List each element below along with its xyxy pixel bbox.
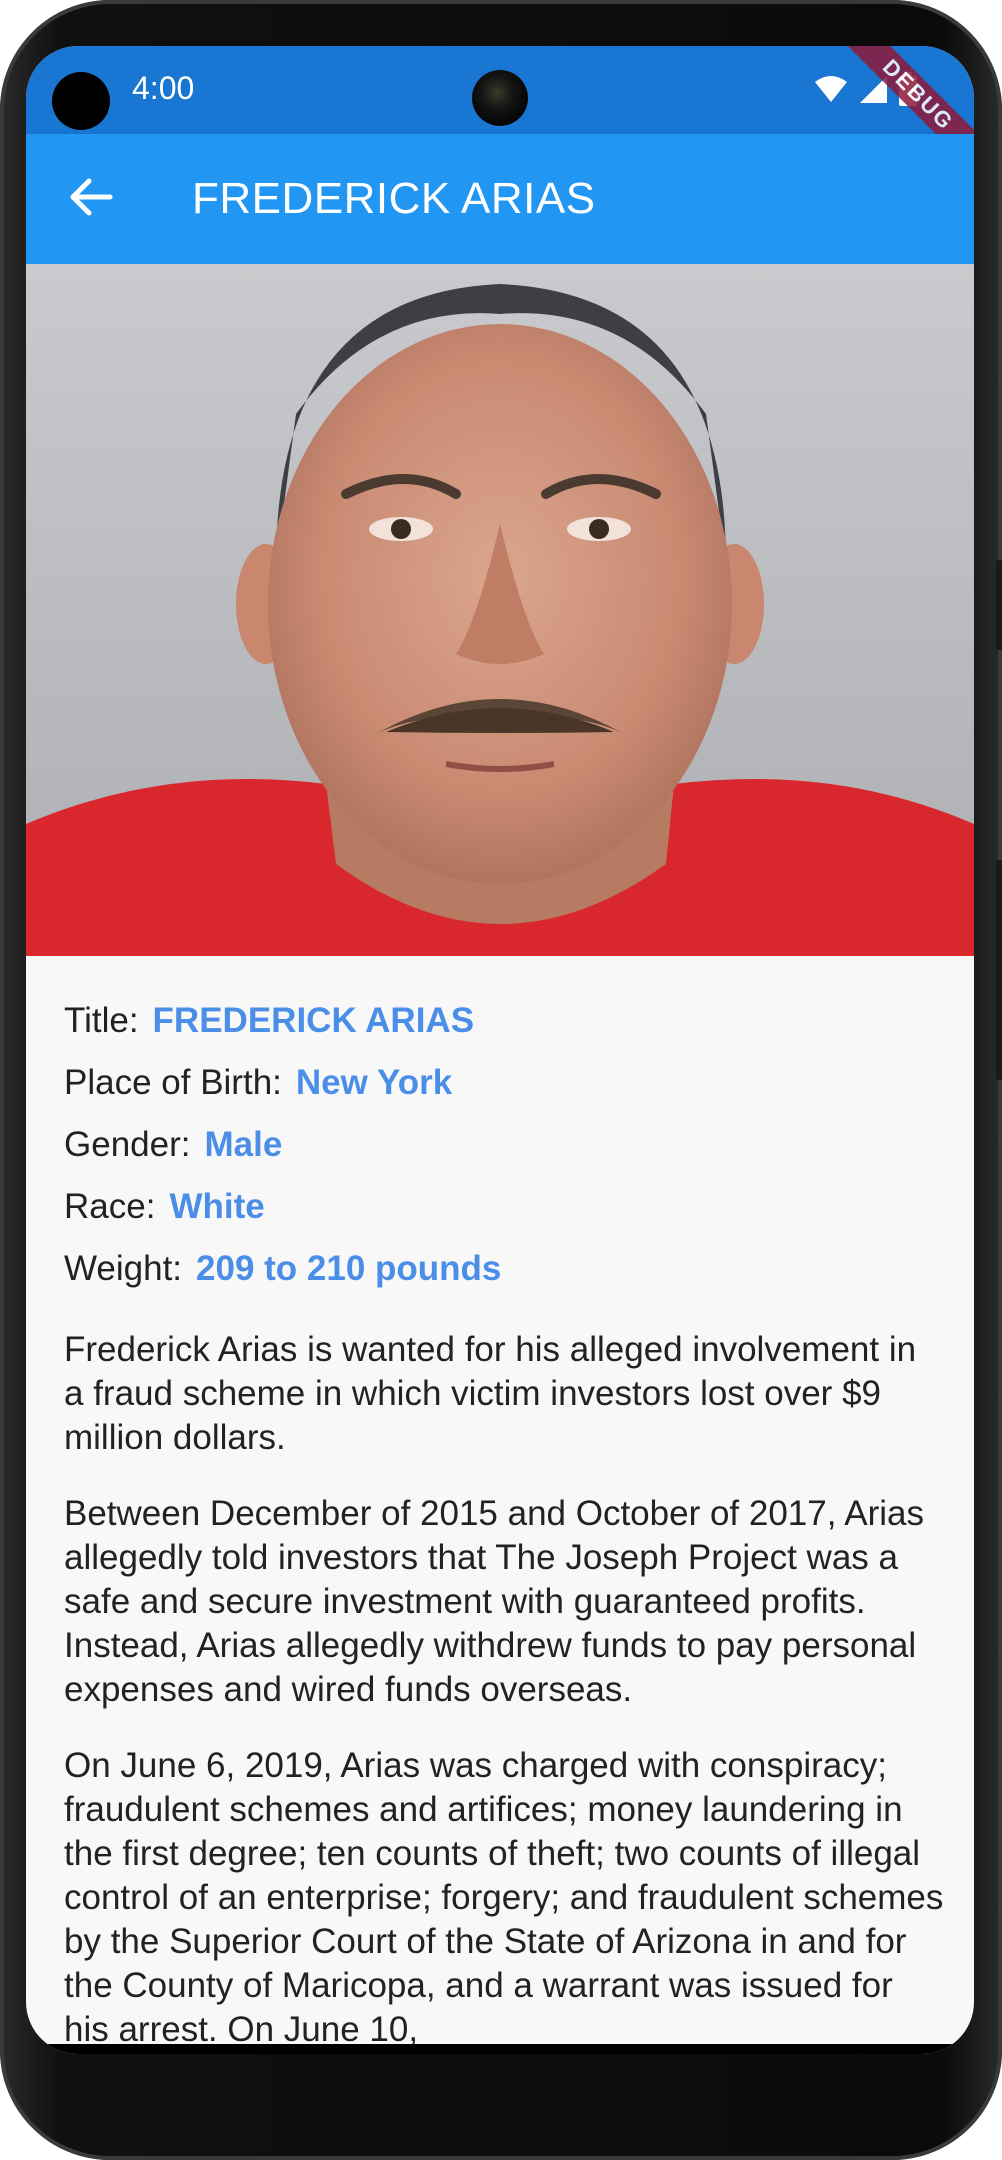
detail-row-gender: Gender: Male (64, 1114, 944, 1176)
description-paragraph: Between December of 2015 and October of … (64, 1494, 924, 1709)
subject-photo (26, 264, 974, 956)
detail-row-weight: Weight: 209 to 210 pounds (64, 1238, 944, 1300)
detail-label: Title: (64, 1001, 139, 1040)
detail-value: FREDERICK ARIAS (152, 1001, 475, 1040)
detail-value: White (169, 1187, 265, 1226)
detail-list: Title: FREDERICK ARIAS Place of Birth: New… (64, 990, 944, 1300)
status-time: 4:00 (132, 70, 195, 106)
back-button[interactable] (60, 168, 122, 230)
detail-row-place-of-birth: Place of Birth: New York (64, 1052, 944, 1114)
volume-button (996, 860, 1002, 1080)
page-title: FREDERICK ARIAS (192, 174, 596, 223)
detail-label: Race: (64, 1187, 156, 1226)
detail-row-race: Race: White (64, 1176, 944, 1238)
wifi-icon (814, 74, 848, 109)
description-paragraph: Frederick Arias is wanted for his allege… (64, 1330, 917, 1457)
phone-frame: 4:00 DEBUG FREDERICK ARIAS Title: FREDER… (0, 0, 1002, 2160)
front-camera (472, 70, 528, 126)
detail-row-title: Title: FREDERICK ARIAS (64, 990, 944, 1052)
detail-value: 209 to 210 pounds (196, 1249, 502, 1288)
system-nav-bar (26, 2044, 974, 2054)
detail-value: Male (204, 1125, 283, 1164)
arrow-back-icon (69, 177, 113, 222)
status-bar: 4:00 DEBUG (26, 46, 974, 191)
detail-value: New York (295, 1063, 453, 1102)
power-button (996, 560, 1002, 650)
description-paragraph: On June 6, 2019, Arias was charged with … (64, 1746, 944, 2049)
detail-label: Place of Birth: (64, 1063, 282, 1102)
detail-label: Weight: (64, 1249, 183, 1288)
front-sensor (52, 72, 110, 130)
app-screen: 4:00 DEBUG FREDERICK ARIAS Title: FREDER… (26, 46, 974, 2054)
app-bar: FREDERICK ARIAS (26, 134, 974, 264)
description: Frederick Arias is wanted for his allege… (64, 1328, 944, 2054)
detail-label: Gender: (64, 1125, 191, 1164)
